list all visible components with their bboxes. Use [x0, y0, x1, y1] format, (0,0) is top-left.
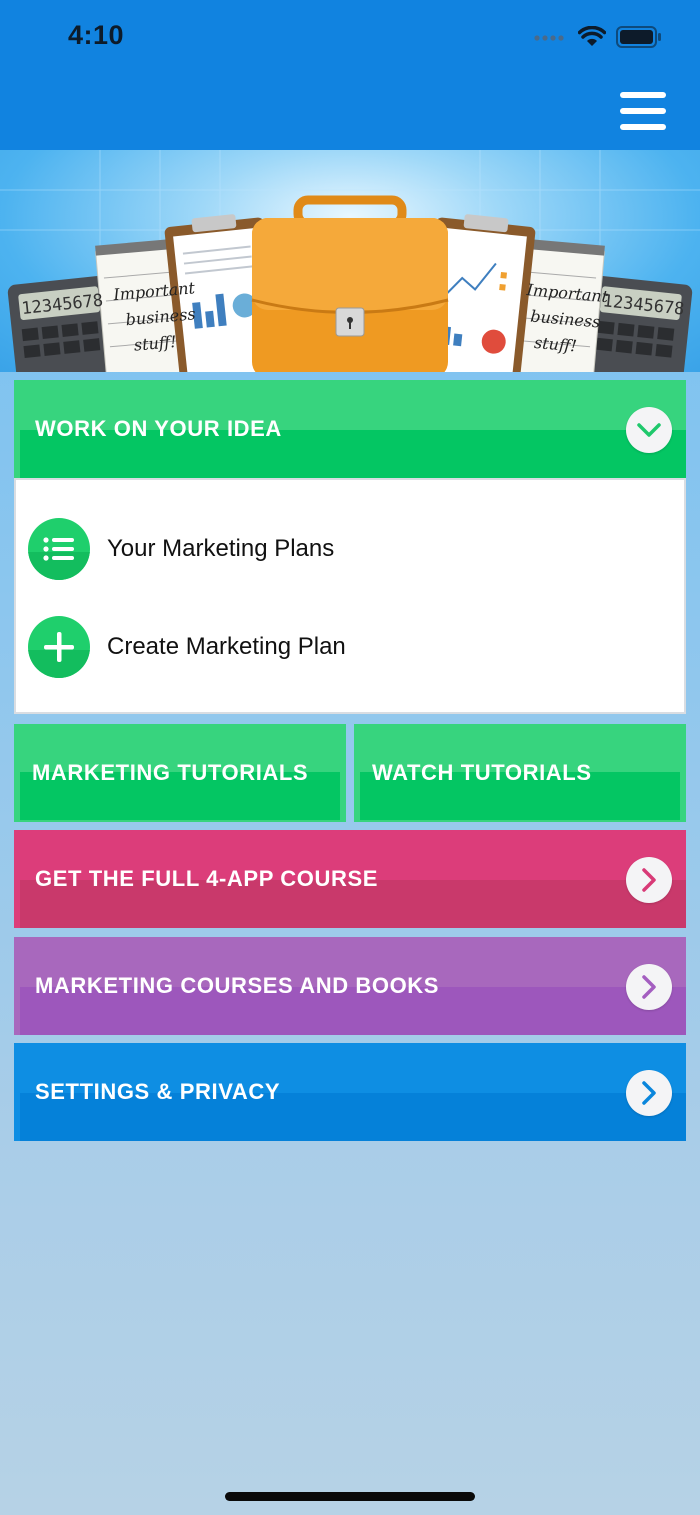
- work-on-idea-panel: Your Marketing Plans Create Marketing Pl…: [14, 478, 686, 714]
- chevron-right-icon: [626, 1070, 672, 1116]
- chevron-right-icon: [626, 857, 672, 903]
- settings-privacy-button[interactable]: SETTINGS & PRIVACY: [14, 1043, 686, 1141]
- full-course-label: GET THE FULL 4-APP COURSE: [35, 866, 379, 891]
- marketing-tutorials-button[interactable]: MARKETING TUTORIALS: [14, 724, 346, 822]
- chevron-right-icon: [626, 964, 672, 1010]
- hero-note-text-right-3: stuff!: [533, 333, 577, 356]
- status-bar: 4:10: [0, 0, 700, 78]
- plus-icon: [28, 616, 90, 678]
- your-marketing-plans-label: Your Marketing Plans: [107, 535, 335, 562]
- hamburger-menu-icon[interactable]: [620, 90, 666, 132]
- hero-banner-image: Important business stuff! Important busi…: [0, 150, 700, 372]
- create-marketing-plan-label: Create Marketing Plan: [107, 633, 346, 660]
- status-icons: [534, 26, 662, 48]
- home-indicator[interactable]: [225, 1492, 475, 1501]
- watch-tutorials-button[interactable]: WATCH TUTORIALS: [354, 724, 686, 822]
- chevron-down-icon[interactable]: [626, 407, 672, 453]
- cellular-signal-icon: [534, 35, 564, 41]
- briefcase-icon: [251, 195, 449, 372]
- hero-illustration: Important business stuff! Important busi…: [0, 150, 700, 372]
- watch-tutorials-label: WATCH TUTORIALS: [372, 760, 592, 785]
- wifi-icon: [578, 26, 606, 46]
- work-on-idea-header[interactable]: WORK ON YOUR IDEA: [14, 380, 686, 478]
- full-course-button[interactable]: GET THE FULL 4-APP COURSE: [14, 830, 686, 928]
- hero-note-text-left-3: stuff!: [133, 332, 177, 355]
- courses-and-books-label: MARKETING COURSES AND BOOKS: [35, 973, 440, 998]
- status-time: 4:10: [68, 20, 125, 50]
- courses-and-books-button[interactable]: MARKETING COURSES AND BOOKS: [14, 937, 686, 1035]
- create-marketing-plan-item[interactable]: Create Marketing Plan: [28, 616, 346, 678]
- your-marketing-plans-item[interactable]: Your Marketing Plans: [28, 518, 334, 580]
- nav-bar: [0, 78, 700, 150]
- settings-privacy-label: SETTINGS & PRIVACY: [35, 1079, 281, 1104]
- work-on-idea-title: WORK ON YOUR IDEA: [35, 416, 282, 441]
- list-icon: [28, 518, 90, 580]
- battery-icon: [616, 26, 661, 48]
- marketing-tutorials-label: MARKETING TUTORIALS: [32, 760, 309, 785]
